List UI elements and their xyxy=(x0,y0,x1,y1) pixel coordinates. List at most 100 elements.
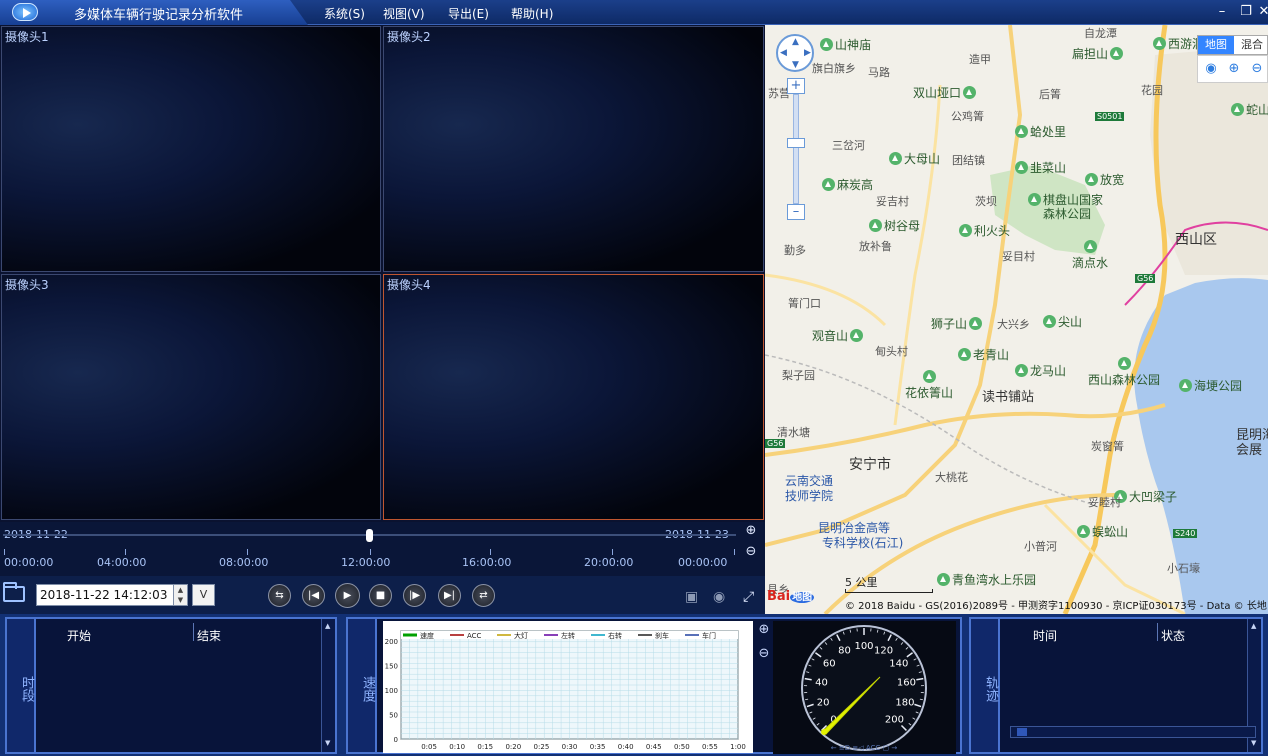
camera-view-1[interactable]: 摄像头1 xyxy=(1,26,381,272)
map-zoom-out-button[interactable]: – xyxy=(787,204,805,220)
map-zoom-track[interactable] xyxy=(793,94,799,204)
road-shield: G56 xyxy=(765,439,786,448)
map-place: 马路 xyxy=(868,66,890,79)
column-time[interactable]: 时间 xyxy=(1033,627,1057,644)
datetime-spinner[interactable]: ▲ ▼ xyxy=(173,584,188,606)
speedometer: 0 20 40 60 80 100 120 140 160 180 200 ← ≡D ≡◁ ACC ▢… xyxy=(773,621,956,754)
timeline: 2018-11-22 2018-11-23 00:00:00 04:00:00 … xyxy=(0,522,765,576)
menu-export[interactable]: 导出(E) xyxy=(448,5,489,22)
camera-label: 摄像头3 xyxy=(5,278,49,292)
map-poi: 观音山 xyxy=(812,327,865,344)
x-tick-label: 0:40 xyxy=(618,743,634,751)
segments-scrollbar[interactable]: ▲ ▼ xyxy=(321,619,335,752)
sync-icon[interactable]: ⇆ xyxy=(268,584,291,607)
gauge-label: 140 xyxy=(889,659,908,670)
track-vertical-label: 轨迹 xyxy=(971,619,1000,752)
column-end[interactable]: 结束 xyxy=(197,627,221,644)
timeline-hour: 04:00:00 xyxy=(97,556,147,569)
x-tick-label: 0:30 xyxy=(562,743,578,751)
chart-zoom-out-icon[interactable]: ⊖ xyxy=(757,647,771,661)
timeline-handle[interactable] xyxy=(366,529,373,542)
x-tick-label: 0:50 xyxy=(674,743,690,751)
map-poi: 放宽 xyxy=(1085,171,1124,188)
stop-icon[interactable]: ■ xyxy=(369,584,392,607)
datetime-dropdown-button[interactable]: V xyxy=(192,584,215,606)
timeline-hour: 08:00:00 xyxy=(219,556,269,569)
switch-icon[interactable]: ⇄ xyxy=(472,584,495,607)
map-district: 西山区 xyxy=(1175,232,1217,248)
map-place: 小石壕 xyxy=(1167,562,1200,575)
map-place: 旗白旗乡 xyxy=(812,62,856,75)
legend-label: 车门 xyxy=(702,631,716,640)
app-title: 多媒体车辆行驶记录分析软件 xyxy=(74,8,244,23)
open-folder-icon[interactable] xyxy=(3,582,25,602)
map-poi: 大凹梁子 xyxy=(1114,488,1177,505)
map-poi: 森林公园 xyxy=(1043,207,1092,221)
speed-panel: 速度 200 150 100 50 0 0:05 0:10 0:15 0:20 0:25 0:30 0… xyxy=(346,617,962,754)
timeline-zoom-in-icon[interactable]: ⊕ xyxy=(744,524,758,538)
camera-snapshot-icon[interactable]: ◉ xyxy=(713,589,725,605)
fullscreen-icon[interactable]: ⤢ xyxy=(743,589,754,605)
speed-chart[interactable]: 200 150 100 50 0 0:05 0:10 0:15 0:20 0:25 0:30 0:35… xyxy=(383,621,753,753)
mouse-icon[interactable]: ◉ xyxy=(1202,60,1220,78)
map-poi: 老青山 xyxy=(958,346,1009,363)
map-poi: 青鱼湾水上乐园 xyxy=(937,571,1036,588)
image-icon[interactable]: ▣ xyxy=(685,589,698,605)
map-type-hybrid-button[interactable]: 混合 xyxy=(1236,36,1268,54)
map-scale-bar xyxy=(845,589,933,593)
camera-view-2[interactable]: 摄像头2 xyxy=(383,26,764,272)
map-poi: 麻炭高 xyxy=(822,176,873,193)
map-place: 三岔河 xyxy=(832,139,865,152)
gauge-label: 160 xyxy=(897,677,916,688)
camera-view-3[interactable]: 摄像头3 xyxy=(1,274,381,520)
prev-frame-icon[interactable]: |◀ xyxy=(302,584,325,607)
chart-zoom-in-icon[interactable]: ⊕ xyxy=(757,623,771,637)
map-poi: 蛤处里 xyxy=(1015,123,1066,140)
map-zoom-knob[interactable] xyxy=(787,138,805,148)
map-pan-control[interactable]: ▲ ▼ ◀ ▶ xyxy=(776,34,814,72)
map-place: 甸头村 xyxy=(875,345,908,358)
x-tick-label: 1:00 xyxy=(730,743,746,751)
zoom-out-icon[interactable]: ⊖ xyxy=(1248,60,1266,78)
gauge-needle-base xyxy=(821,729,827,735)
datetime-input[interactable] xyxy=(36,584,174,606)
map-place: 造甲 xyxy=(969,53,991,66)
close-icon[interactable]: ✕ xyxy=(1256,4,1268,20)
map-zoom-in-button[interactable]: + xyxy=(787,78,805,94)
restore-icon[interactable]: ❐ xyxy=(1238,4,1254,20)
timeline-hour: 16:00:00 xyxy=(462,556,512,569)
gauge-status-text: ← ≡D ≡◁ ACC ▢ → xyxy=(831,744,898,752)
play-icon[interactable]: ▶ xyxy=(335,583,360,608)
title-bar: 多媒体车辆行驶记录分析软件 系统(S) 视图(V) 导出(E) 帮助(H) – … xyxy=(0,0,1268,25)
timeline-tick xyxy=(370,549,371,555)
scroll-thumb[interactable] xyxy=(1017,728,1027,736)
map-place: 团结镇 xyxy=(952,154,985,167)
menu-view[interactable]: 视图(V) xyxy=(383,5,425,22)
map-type-map-button[interactable]: 地图 xyxy=(1198,36,1234,54)
map-city: 安宁市 xyxy=(849,457,891,473)
next-icon[interactable]: ▶| xyxy=(438,584,461,607)
step-forward-icon[interactable]: |▶ xyxy=(403,584,426,607)
map-toolbar: ◉ ⊕ ⊖ xyxy=(1197,55,1268,83)
column-start[interactable]: 开始 xyxy=(67,627,91,644)
y-tick-label: 100 xyxy=(385,687,398,695)
menu-system[interactable]: 系统(S) xyxy=(324,5,365,22)
map-place: 自龙潭 xyxy=(1084,27,1117,40)
map-poi: 大母山 xyxy=(889,150,940,167)
map-place: 茨坝 xyxy=(975,195,997,208)
minimize-icon[interactable]: – xyxy=(1214,4,1230,20)
track-horizontal-scrollbar[interactable] xyxy=(1010,726,1256,738)
speed-vertical-label: 速度 xyxy=(348,619,377,752)
gauge-label: 100 xyxy=(854,641,873,652)
timeline-hour: 12:00:00 xyxy=(341,556,391,569)
video-grid: 摄像头1 摄像头2 摄像头3 摄像头4 xyxy=(0,25,765,522)
timeline-zoom-out-icon[interactable]: ⊖ xyxy=(744,545,758,559)
menu-help[interactable]: 帮助(H) xyxy=(511,5,553,22)
map-view[interactable]: 山神庙 扁担山 西游洞 双山垭口 蛤处里 韭菜山 放宽 大母山 麻炭高 树谷母 … xyxy=(765,25,1268,614)
map-place: 小普河 xyxy=(1024,540,1057,553)
timeline-tick xyxy=(490,549,491,555)
zoom-in-icon[interactable]: ⊕ xyxy=(1225,60,1243,78)
column-status[interactable]: 状态 xyxy=(1161,627,1185,644)
x-tick-label: 0:10 xyxy=(449,743,465,751)
camera-view-4[interactable]: 摄像头4 xyxy=(383,274,764,520)
